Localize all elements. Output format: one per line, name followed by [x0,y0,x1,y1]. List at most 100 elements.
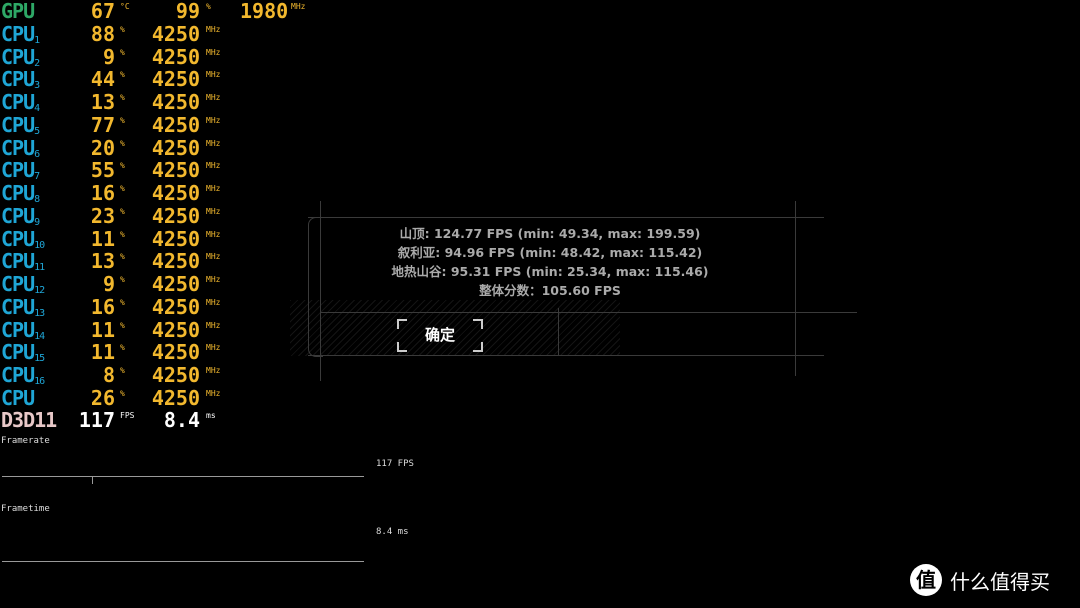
cpu-clock-unit: MHz [206,343,221,352]
cpu-load: 13 [90,249,115,273]
cpu-clock-unit: MHz [206,184,221,193]
result-line-overall: 整体分数：105.60 FPS [479,283,621,298]
framerate-value: 117 FPS [376,459,414,469]
cpu-clock-unit: MHz [206,230,221,239]
cpu-load-unit: % [120,184,125,193]
cpu-clock: 4250 [151,181,200,205]
cpu-load: 11 [90,227,115,251]
cpu-load-unit: % [120,275,125,284]
gpu-row: GPU 67 °C 99 % 1980 MHz [0,0,330,23]
logo-icon: 值 [910,564,942,596]
cpu-row: CPU9 23% 4250 MHz [0,204,330,229]
d3d-row: D3D11 117 FPS 8.4 ms [0,409,330,432]
cpu-clock: 4250 [151,22,200,46]
cpu-load-unit: % [120,230,125,239]
framerate-graph [2,476,364,477]
gpu-load-unit: % [206,2,211,11]
result-line-summit: 山顶: 124.77 FPS (min: 49.34, max: 199.59) [399,226,701,241]
cpu-load-unit: % [120,25,125,34]
cpu-load-unit: % [120,207,125,216]
cpu-load-unit: % [120,93,125,102]
confirm-button[interactable]: 确定 [397,319,483,352]
cpu-clock-unit: MHz [206,389,221,398]
frametime-value: 8.4 ms [376,527,409,537]
cpu-load-unit: % [120,116,125,125]
cpu-clock: 4250 [151,318,200,342]
cpu-load-unit: % [120,252,125,261]
cpu-clock-unit: MHz [206,48,221,57]
cpu-clock: 4250 [151,272,200,296]
cpu-load-unit: % [120,139,125,148]
cpu-load-unit: % [120,298,125,307]
framerate-spike [92,477,93,484]
cpu-load: 20 [90,136,115,160]
cpu-load-unit: % [120,343,125,352]
cpu-clock: 4250 [151,113,200,137]
cpu-load: 23 [90,204,115,228]
cpu-row: CPU3 44% 4250 MHz [0,67,330,92]
watermark-logo: 值 什么值得买 [910,564,1050,596]
cpu-load-unit: % [120,48,125,57]
cpu-row: CPU11 13% 4250 MHz [0,249,330,274]
d3d-fps-unit: FPS [120,411,135,420]
cpu-row: CPU1 88% 4250 MHz [0,22,330,47]
cpu-row: CPU12 9% 4250 MHz [0,272,330,297]
cpu-clock: 4250 [151,90,200,114]
cpu-row: CPU15 11% 4250 MHz [0,340,330,365]
cpu-load: 26 [90,386,115,410]
gpu-temp: 67 [90,0,115,23]
d3d-fps: 117 [78,408,115,432]
cpu-load: 9 [102,272,115,296]
gpu-clock: 1980 [240,0,289,23]
cpu-clock-unit: MHz [206,93,221,102]
cpu-clock-unit: MHz [206,161,221,170]
cpu-clock: 4250 [151,363,200,387]
cpu-load-unit: % [120,321,125,330]
cpu-clock: 4250 [151,67,200,91]
result-line-syria: 叙利亚: 94.96 FPS (min: 48.42, max: 115.42) [397,245,703,260]
gpu-temp-unit: °C [120,2,130,11]
cpu-clock: 4250 [151,158,200,182]
cpu-row: CPU2 9% 4250 MHz [0,45,330,70]
cpu-row: CPU16 8% 4250 MHz [0,363,330,388]
cpu-clock: 4250 [151,204,200,228]
cpu-load: 16 [90,181,115,205]
cpu-clock-unit: MHz [206,70,221,79]
cpu-row: CPU7 55% 4250 MHz [0,158,330,183]
cpu-row: CPU 26% 4250 MHz [0,387,330,410]
cpu-row: CPU10 11% 4250 MHz [0,227,330,252]
cpu-clock-unit: MHz [206,207,221,216]
cpu-row: CPU5 77% 4250 MHz [0,113,330,138]
cpu-load: 88 [90,22,115,46]
cpu-clock: 4250 [151,227,200,251]
logo-text: 什么值得买 [950,569,1050,594]
cpu-load-unit: % [120,389,125,398]
cpu-load-unit: % [120,70,125,79]
cpu-load: 11 [90,340,115,364]
d3d-frametime-unit: ms [206,411,216,420]
frametime-label: Frametime [1,504,50,514]
cpu-row: CPU14 11% 4250 MHz [0,318,330,343]
cpu-clock-unit: MHz [206,298,221,307]
cpu-clock-unit: MHz [206,275,221,284]
cpu-clock: 4250 [151,340,200,364]
gpu-load: 99 [175,0,200,23]
cpu-clock: 4250 [151,45,200,69]
framerate-label: Framerate [1,436,50,446]
confirm-label: 确定 [424,326,455,344]
cpu-row: CPU13 16% 4250 MHz [0,295,330,320]
cpu-load-unit: % [120,161,125,170]
cpu-row: CPU4 13% 4250 MHz [0,90,330,115]
gpu-label: GPU [1,0,35,23]
frametime-graph [2,561,364,562]
cpu-clock-unit: MHz [206,116,221,125]
cpu-load: 77 [90,113,115,137]
cpu-load: 16 [90,295,115,319]
d3d-frametime: 8.4 [163,408,200,432]
cpu-clock-unit: MHz [206,366,221,375]
cpu-clock: 4250 [151,136,200,160]
cpu-clock-unit: MHz [206,252,221,261]
cpu-load: 13 [90,90,115,114]
cpu-clock-unit: MHz [206,321,221,330]
cpu-load: 8 [102,363,115,387]
